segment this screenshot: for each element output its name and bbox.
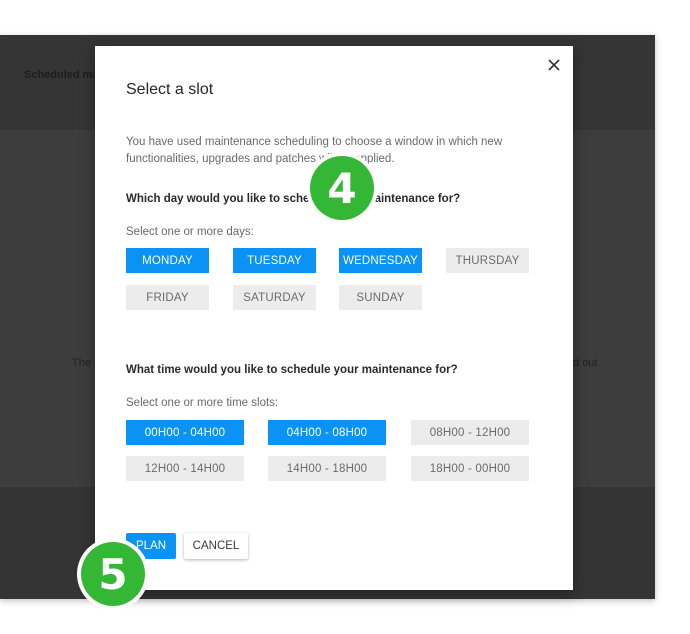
day-chip-sunday[interactable]: SUNDAY [339,285,422,310]
select-slot-dialog: Select a slot You have used maintenance … [95,46,573,590]
background-text-right: d out [573,357,598,369]
time-slot-00-04[interactable]: 00H00 - 04H00 [126,420,244,445]
close-button[interactable] [545,56,563,74]
day-chip-saturday[interactable]: SATURDAY [233,285,316,310]
time-slot-18-00[interactable]: 18H00 - 00H00 [411,456,529,481]
close-icon [548,59,560,71]
day-chip-friday[interactable]: FRIDAY [126,285,209,310]
step-4-badge: 4 [310,156,374,220]
day-hint: Select one or more days: [126,226,254,238]
dialog-title: Select a slot [126,81,214,98]
cancel-button[interactable]: CANCEL [184,533,248,559]
day-question: Which day would you like to schedule you… [126,193,461,205]
day-chip-thursday[interactable]: THURSDAY [446,248,529,273]
step-5-badge: 5 [81,542,145,606]
day-chip-monday[interactable]: MONDAY [126,248,209,273]
screen: Scheduled ma The d out Select a slot You… [0,0,690,634]
day-chip-tuesday[interactable]: TUESDAY [233,248,316,273]
time-slot-14-18[interactable]: 14H00 - 18H00 [268,456,386,481]
time-slot-04-08[interactable]: 04H00 - 08H00 [268,420,386,445]
time-question: What time would you like to schedule you… [126,364,458,376]
time-hint: Select one or more time slots: [126,397,279,409]
background-page-title: Scheduled ma [24,69,99,81]
time-slot-12-14[interactable]: 12H00 - 14H00 [126,456,244,481]
day-chip-wednesday[interactable]: WEDNESDAY [339,248,422,273]
time-slot-08-12[interactable]: 08H00 - 12H00 [411,420,529,445]
background-text-left: The [72,357,91,369]
